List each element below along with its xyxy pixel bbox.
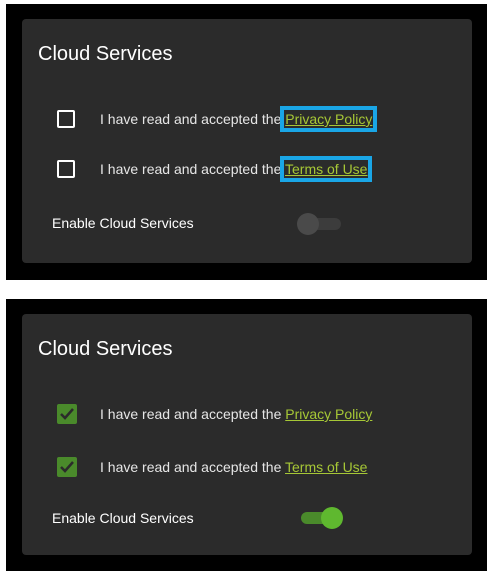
- accept-text: I have read and accepted the: [100, 111, 286, 127]
- privacy-policy-label: I have read and accepted the Privacy Pol…: [100, 406, 372, 422]
- terms-of-use-label: I have read and accepted the Terms of Us…: [100, 156, 373, 182]
- checkmark-icon: [60, 408, 74, 420]
- terms-of-use-row: I have read and accepted the Terms of Us…: [22, 454, 472, 480]
- terms-of-use-checkbox[interactable]: [57, 160, 75, 178]
- enable-cloud-services-label: Enable Cloud Services: [52, 510, 194, 526]
- panel-title: Cloud Services: [38, 43, 173, 65]
- privacy-policy-checkbox[interactable]: [57, 404, 77, 424]
- cloud-services-panel-after: Cloud Services I have read and accepted …: [6, 299, 487, 571]
- privacy-policy-link[interactable]: Privacy Policy: [280, 106, 378, 132]
- terms-of-use-link[interactable]: Terms of Use: [285, 459, 367, 475]
- toggle-knob: [297, 213, 319, 235]
- terms-of-use-label: I have read and accepted the Terms of Us…: [100, 459, 367, 475]
- cloud-services-card: Cloud Services I have read and accepted …: [22, 314, 472, 555]
- privacy-policy-row: I have read and accepted the Privacy Pol…: [22, 401, 472, 427]
- privacy-policy-label: I have read and accepted the Privacy Pol…: [100, 106, 378, 132]
- terms-of-use-checkbox[interactable]: [57, 457, 77, 477]
- cloud-services-panel-before: Cloud Services I have read and accepted …: [6, 4, 487, 280]
- terms-of-use-row: I have read and accepted the Terms of Us…: [22, 156, 472, 182]
- checkmark-icon: [60, 461, 74, 473]
- enable-cloud-services-toggle[interactable]: [297, 507, 345, 529]
- privacy-policy-checkbox[interactable]: [57, 110, 75, 128]
- cloud-services-card: Cloud Services I have read and accepted …: [22, 19, 472, 263]
- toggle-knob: [321, 507, 343, 529]
- enable-cloud-services-toggle[interactable]: [297, 213, 345, 235]
- accept-text: I have read and accepted the: [100, 406, 286, 422]
- privacy-policy-link[interactable]: Privacy Policy: [285, 406, 372, 422]
- accept-text: I have read and accepted the: [100, 459, 285, 475]
- privacy-policy-row: I have read and accepted the Privacy Pol…: [22, 106, 472, 132]
- panel-title: Cloud Services: [38, 338, 173, 360]
- accept-text: I have read and accepted the: [100, 161, 285, 177]
- enable-cloud-services-label: Enable Cloud Services: [52, 215, 194, 231]
- terms-of-use-link[interactable]: Terms of Use: [279, 156, 373, 182]
